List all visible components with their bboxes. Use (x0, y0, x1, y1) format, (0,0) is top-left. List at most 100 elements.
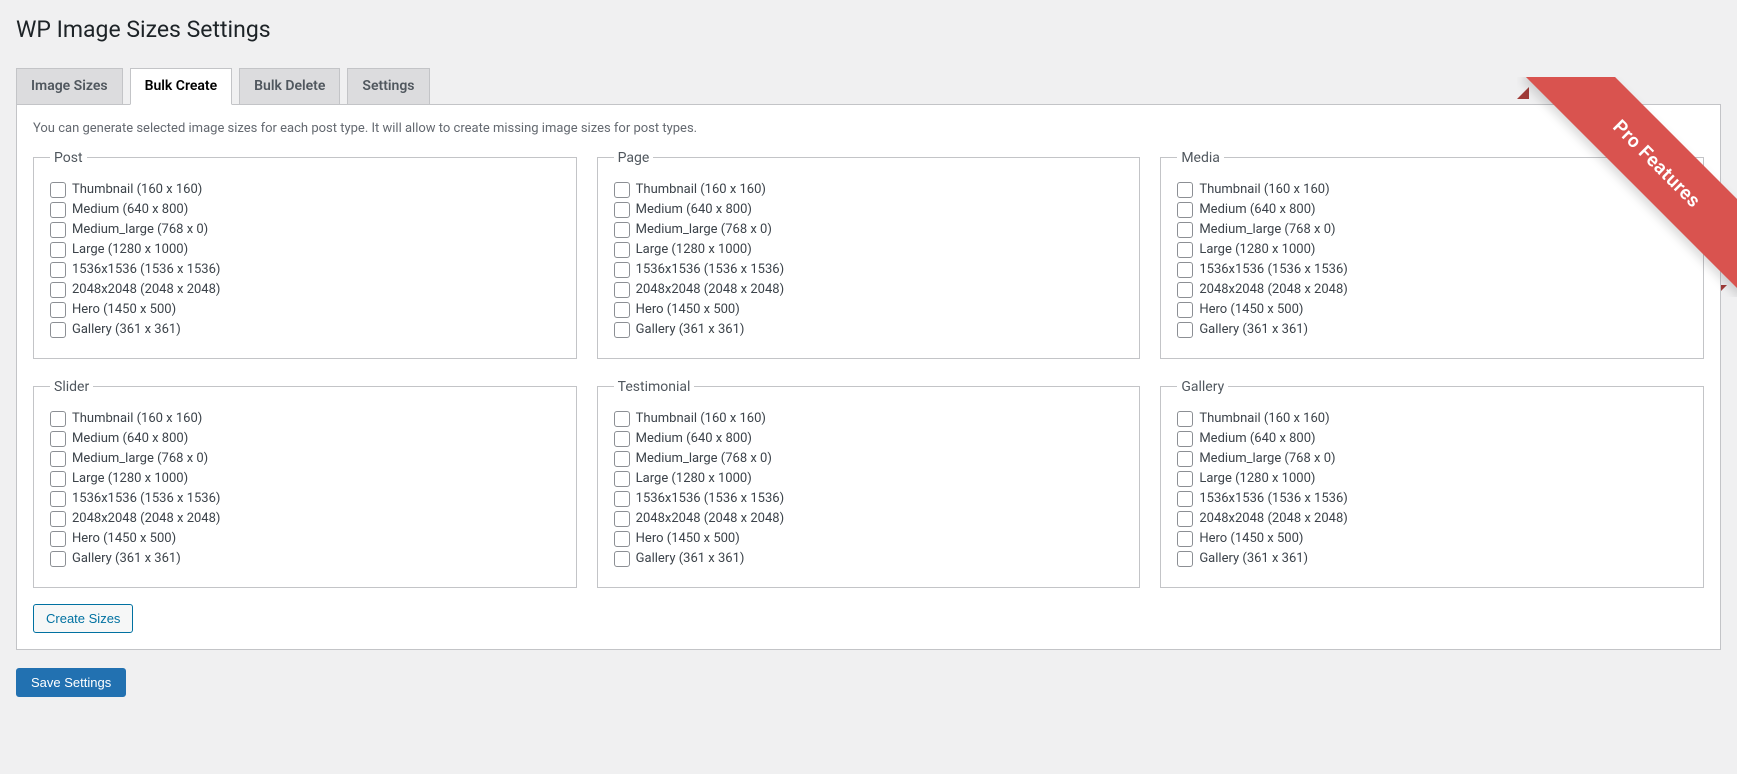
size-label[interactable]: Large (1280 x 1000) (72, 242, 188, 257)
size-checkbox[interactable] (614, 531, 630, 547)
tab-bulk-create[interactable]: Bulk Create (130, 68, 233, 105)
size-checkbox[interactable] (1177, 302, 1193, 318)
size-label[interactable]: Medium (640 x 800) (636, 202, 752, 217)
size-label[interactable]: Thumbnail (160 x 160) (1199, 411, 1329, 426)
size-checkbox[interactable] (1177, 551, 1193, 567)
size-label[interactable]: Large (1280 x 1000) (636, 242, 752, 257)
size-label[interactable]: Large (1280 x 1000) (636, 471, 752, 486)
size-checkbox[interactable] (614, 202, 630, 218)
size-label[interactable]: Thumbnail (160 x 160) (636, 182, 766, 197)
size-checkbox[interactable] (1177, 531, 1193, 547)
size-checkbox[interactable] (50, 511, 66, 527)
size-label[interactable]: 1536x1536 (1536 x 1536) (636, 262, 784, 277)
size-label[interactable]: Thumbnail (160 x 160) (1199, 182, 1329, 197)
size-checkbox[interactable] (50, 471, 66, 487)
size-label[interactable]: 2048x2048 (2048 x 2048) (72, 511, 220, 526)
size-checkbox[interactable] (1177, 322, 1193, 338)
size-checkbox[interactable] (1177, 262, 1193, 278)
size-checkbox[interactable] (614, 262, 630, 278)
size-checkbox[interactable] (1177, 431, 1193, 447)
size-label[interactable]: 2048x2048 (2048 x 2048) (636, 511, 784, 526)
size-checkbox[interactable] (1177, 282, 1193, 298)
size-checkbox[interactable] (50, 322, 66, 338)
size-checkbox[interactable] (50, 431, 66, 447)
create-sizes-button[interactable]: Create Sizes (33, 604, 133, 633)
size-checkbox[interactable] (614, 282, 630, 298)
size-label[interactable]: 1536x1536 (1536 x 1536) (72, 491, 220, 506)
size-label[interactable]: Medium_large (768 x 0) (1199, 222, 1335, 237)
size-label[interactable]: 1536x1536 (1536 x 1536) (1199, 491, 1347, 506)
size-label[interactable]: 1536x1536 (1536 x 1536) (636, 491, 784, 506)
size-label[interactable]: Large (1280 x 1000) (1199, 471, 1315, 486)
size-label[interactable]: Medium_large (768 x 0) (636, 222, 772, 237)
size-checkbox[interactable] (50, 282, 66, 298)
size-label[interactable]: 1536x1536 (1536 x 1536) (1199, 262, 1347, 277)
size-checkbox[interactable] (50, 491, 66, 507)
size-checkbox[interactable] (614, 551, 630, 567)
size-label[interactable]: Large (1280 x 1000) (72, 471, 188, 486)
size-label[interactable]: Hero (1450 x 500) (72, 302, 176, 317)
size-checkbox[interactable] (1177, 471, 1193, 487)
size-label[interactable]: 1536x1536 (1536 x 1536) (72, 262, 220, 277)
size-checkbox[interactable] (50, 451, 66, 467)
size-label[interactable]: Medium_large (768 x 0) (636, 451, 772, 466)
size-label[interactable]: Medium (640 x 800) (72, 431, 188, 446)
size-checkbox[interactable] (614, 322, 630, 338)
size-checkbox[interactable] (1177, 491, 1193, 507)
size-checkbox[interactable] (1177, 222, 1193, 238)
size-label[interactable]: Medium_large (768 x 0) (72, 451, 208, 466)
size-label[interactable]: Medium (640 x 800) (72, 202, 188, 217)
size-label[interactable]: Gallery (361 x 361) (636, 322, 745, 337)
size-checkbox[interactable] (614, 431, 630, 447)
size-checkbox[interactable] (50, 242, 66, 258)
size-label[interactable]: 2048x2048 (2048 x 2048) (1199, 282, 1347, 297)
size-checkbox[interactable] (614, 222, 630, 238)
size-checkbox[interactable] (50, 202, 66, 218)
size-label[interactable]: Medium_large (768 x 0) (72, 222, 208, 237)
size-label[interactable]: 2048x2048 (2048 x 2048) (1199, 511, 1347, 526)
size-checkbox[interactable] (50, 551, 66, 567)
size-checkbox[interactable] (50, 531, 66, 547)
size-label[interactable]: Thumbnail (160 x 160) (72, 411, 202, 426)
size-checkbox[interactable] (1177, 511, 1193, 527)
size-label[interactable]: Hero (1450 x 500) (1199, 302, 1303, 317)
size-checkbox[interactable] (614, 242, 630, 258)
size-checkbox[interactable] (50, 262, 66, 278)
size-label[interactable]: Hero (1450 x 500) (636, 531, 740, 546)
size-checkbox[interactable] (1177, 182, 1193, 198)
size-checkbox[interactable] (50, 222, 66, 238)
size-label[interactable]: 2048x2048 (2048 x 2048) (636, 282, 784, 297)
size-checkbox[interactable] (1177, 411, 1193, 427)
size-checkbox[interactable] (614, 182, 630, 198)
size-label[interactable]: Hero (1450 x 500) (72, 531, 176, 546)
size-checkbox[interactable] (614, 451, 630, 467)
size-label[interactable]: Gallery (361 x 361) (636, 551, 745, 566)
size-label[interactable]: Hero (1450 x 500) (1199, 531, 1303, 546)
size-checkbox[interactable] (50, 411, 66, 427)
size-checkbox[interactable] (614, 491, 630, 507)
size-label[interactable]: Large (1280 x 1000) (1199, 242, 1315, 257)
size-label[interactable]: Medium (640 x 800) (1199, 431, 1315, 446)
size-label[interactable]: Gallery (361 x 361) (1199, 322, 1308, 337)
tab-image-sizes[interactable]: Image Sizes (16, 68, 123, 104)
size-label[interactable]: Gallery (361 x 361) (72, 322, 181, 337)
size-label[interactable]: Gallery (361 x 361) (72, 551, 181, 566)
size-checkbox[interactable] (614, 302, 630, 318)
size-label[interactable]: Thumbnail (160 x 160) (636, 411, 766, 426)
size-label[interactable]: Thumbnail (160 x 160) (72, 182, 202, 197)
save-settings-button[interactable]: Save Settings (16, 668, 126, 697)
size-checkbox[interactable] (50, 182, 66, 198)
size-label[interactable]: Gallery (361 x 361) (1199, 551, 1308, 566)
size-label[interactable]: Medium (640 x 800) (636, 431, 752, 446)
size-checkbox[interactable] (614, 511, 630, 527)
size-checkbox[interactable] (1177, 202, 1193, 218)
size-checkbox[interactable] (50, 302, 66, 318)
size-checkbox[interactable] (614, 411, 630, 427)
size-label[interactable]: 2048x2048 (2048 x 2048) (72, 282, 220, 297)
tab-settings[interactable]: Settings (347, 68, 429, 104)
size-label[interactable]: Hero (1450 x 500) (636, 302, 740, 317)
size-label[interactable]: Medium (640 x 800) (1199, 202, 1315, 217)
tab-bulk-delete[interactable]: Bulk Delete (239, 68, 340, 104)
size-label[interactable]: Medium_large (768 x 0) (1199, 451, 1335, 466)
size-checkbox[interactable] (614, 471, 630, 487)
